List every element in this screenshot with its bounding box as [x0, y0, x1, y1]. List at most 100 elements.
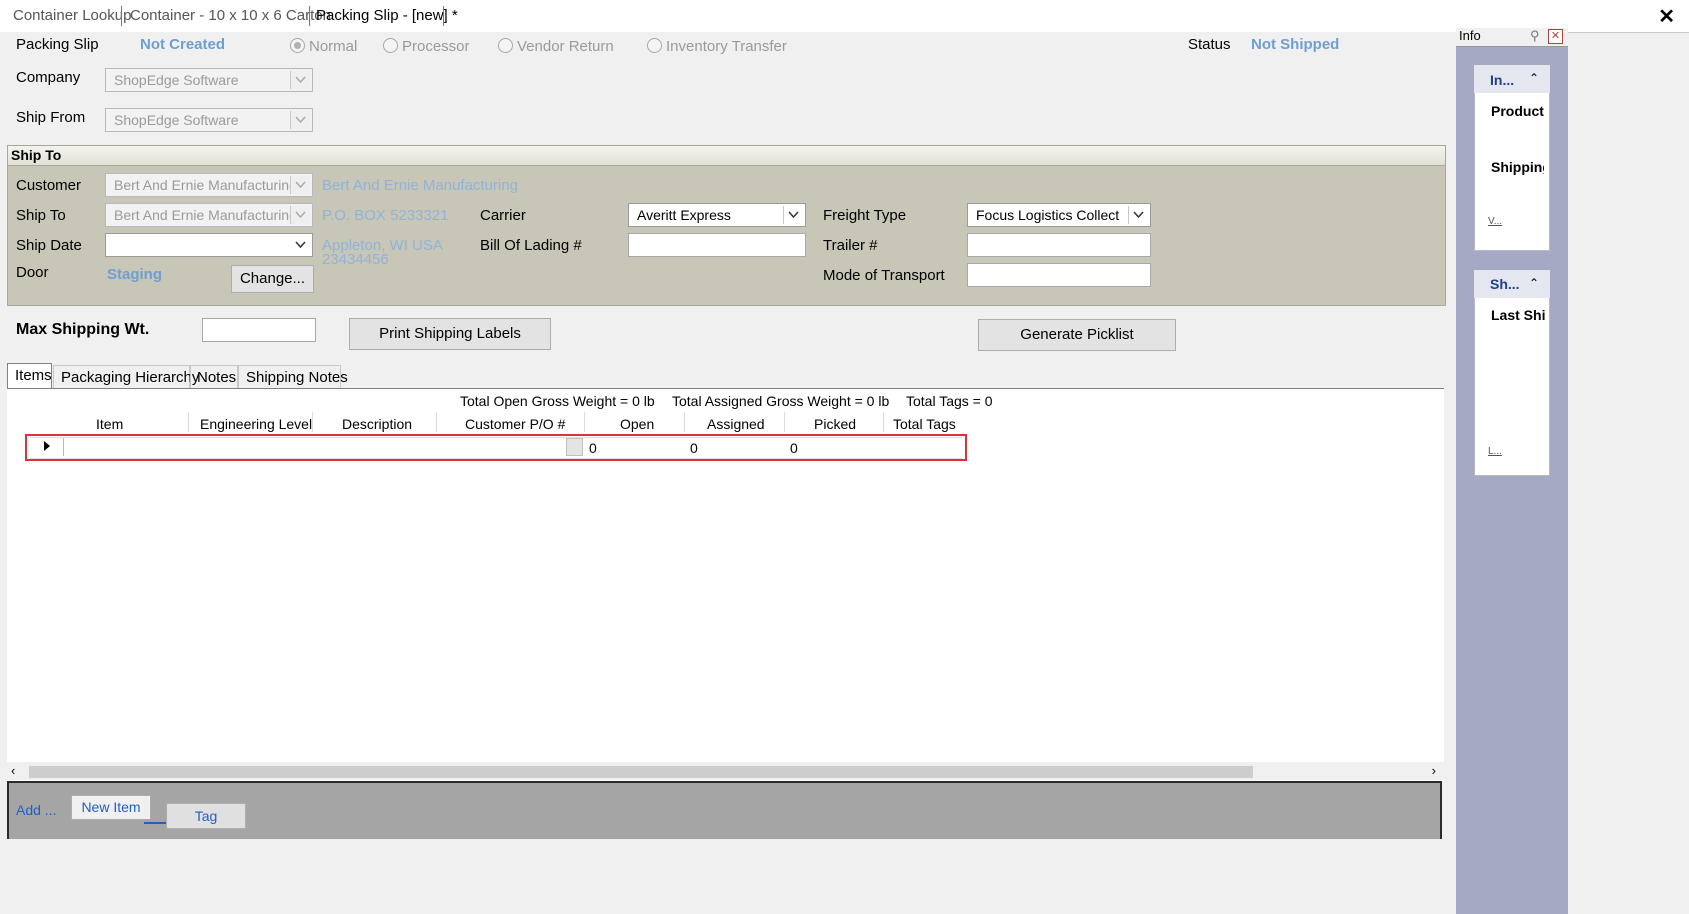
info-section-more-link[interactable]: V...	[1488, 216, 1502, 227]
horizontal-scrollbar[interactable]: ‹ ›	[7, 762, 1444, 780]
change-door-button[interactable]: Change...	[231, 265, 314, 293]
add-link[interactable]: Add ...	[16, 802, 56, 818]
print-shipping-labels-button[interactable]: Print Shipping Labels	[349, 318, 551, 350]
customer-name-display: Bert And Ernie Manufacturing	[322, 177, 518, 194]
column-header-assigned[interactable]: Assigned	[707, 416, 765, 432]
radio-processor[interactable]: Processor	[383, 38, 470, 55]
company-label: Company	[16, 69, 81, 86]
info-section-title: In...	[1490, 72, 1515, 88]
ship-from-dropdown[interactable]: ShopEdge Software	[105, 108, 313, 132]
ship-to-dropdown[interactable]: Bert And Ernie Manufacturing	[105, 203, 313, 227]
ship-date-picker[interactable]	[105, 233, 313, 257]
max-shipping-weight-input[interactable]	[202, 318, 316, 342]
column-separator	[188, 412, 189, 432]
packing-slip-number: Not Created	[140, 36, 226, 53]
new-item-button[interactable]: New Item	[71, 795, 151, 820]
generate-picklist-button[interactable]: Generate Picklist	[978, 319, 1176, 351]
info-panel-header: Info ⚲ ✕	[1456, 28, 1568, 47]
ship-to-title: Ship To	[8, 146, 1445, 166]
chevron-down-icon	[290, 111, 310, 129]
company-value: ShopEdge Software	[114, 72, 239, 88]
customer-value: Bert And Ernie Manufacturing	[114, 177, 297, 193]
chevron-down-icon	[1128, 206, 1148, 224]
column-header-picked[interactable]: Picked	[814, 416, 856, 432]
link-underline	[144, 822, 166, 824]
scrollbar-thumb[interactable]	[29, 766, 1253, 778]
document-tab-strip: Container Lookup Container - 10 x 10 x 6…	[0, 0, 1689, 33]
mode-of-transport-input[interactable]	[967, 263, 1151, 287]
radio-normal[interactable]: Normal	[290, 38, 357, 55]
radio-vendor-return[interactable]: Vendor Return	[498, 38, 614, 55]
chevron-down-icon	[291, 236, 310, 254]
scroll-left-icon[interactable]: ‹	[11, 763, 15, 778]
bill-of-lading-input[interactable]	[628, 233, 806, 257]
chevron-down-icon	[290, 176, 310, 194]
total-open-gross-weight: Total Open Gross Weight = 0 lb	[460, 393, 655, 409]
chevron-down-icon	[783, 206, 803, 224]
collapse-icon[interactable]: ⌃	[1529, 71, 1539, 85]
door-value[interactable]: Staging	[107, 266, 162, 283]
column-header-customer-po[interactable]: Customer P/O #	[465, 416, 565, 432]
total-tags: Total Tags = 0	[906, 393, 993, 409]
radio-circle	[290, 38, 305, 53]
radio-circle	[498, 38, 513, 53]
address-line3: 23434456	[322, 251, 389, 268]
carrier-dropdown[interactable]: Averitt Express	[628, 203, 806, 227]
radio-processor-label: Processor	[402, 38, 470, 55]
column-header-item[interactable]: Item	[96, 416, 123, 432]
carrier-label: Carrier	[480, 207, 526, 224]
radio-inventory-transfer[interactable]: Inventory Transfer	[647, 38, 787, 55]
door-label: Door	[16, 264, 49, 281]
total-assigned-gross-weight: Total Assigned Gross Weight = 0 lb	[672, 393, 890, 409]
column-separator	[684, 412, 685, 432]
tab-packaging-hierarchy[interactable]: Packaging Hierarchy	[61, 369, 199, 386]
ship-from-label: Ship From	[16, 109, 86, 126]
bill-of-lading-label: Bill Of Lading #	[480, 237, 582, 254]
radio-vendor-return-label: Vendor Return	[517, 38, 614, 55]
freight-type-dropdown[interactable]: Focus Logistics Collect	[967, 203, 1151, 227]
collapse-icon[interactable]: ⌃	[1529, 276, 1539, 290]
info-section2-more-link[interactable]: L...	[1488, 446, 1502, 457]
radio-normal-label: Normal	[309, 38, 358, 55]
column-separator	[436, 412, 437, 432]
column-header-open[interactable]: Open	[620, 416, 654, 432]
column-header-total-tags[interactable]: Total Tags	[893, 416, 956, 432]
info-shipping-label: Shipping	[1491, 159, 1544, 175]
column-separator	[312, 412, 313, 432]
tab-shipping-notes[interactable]: Shipping Notes	[246, 369, 348, 386]
tab-notes[interactable]: Notes	[197, 369, 236, 386]
info-section-box	[1474, 270, 1550, 476]
column-header-engineering-level[interactable]: Engineering Level	[200, 416, 312, 432]
column-header-description[interactable]: Description	[342, 416, 412, 432]
radio-inventory-transfer-label: Inventory Transfer	[666, 38, 787, 55]
address-line1: P.O. BOX 5233321	[322, 207, 449, 224]
status-label: Status	[1188, 36, 1231, 53]
tag-button[interactable]: Tag	[166, 803, 246, 829]
tab-packing-slip-new[interactable]: Packing Slip - [new] *	[316, 7, 458, 24]
packing-slip-label: Packing Slip	[16, 36, 99, 53]
tab-separator	[309, 6, 310, 26]
pin-icon[interactable]: ⚲	[1530, 28, 1540, 44]
info-section2-title: Sh...	[1490, 276, 1520, 292]
status-value: Not Shipped	[1251, 36, 1340, 53]
company-dropdown[interactable]: ShopEdge Software	[105, 68, 313, 92]
column-separator	[883, 412, 884, 432]
customer-dropdown[interactable]: Bert And Ernie Manufacturing	[105, 173, 313, 197]
chevron-down-icon	[290, 71, 310, 89]
tab-container-lookup[interactable]: Container Lookup	[13, 7, 131, 24]
tab-container-carton[interactable]: Container - 10 x 10 x 6 Carton	[130, 7, 331, 24]
scroll-right-icon[interactable]: ›	[1432, 763, 1436, 778]
trailer-label: Trailer #	[823, 237, 878, 254]
freight-type-value: Focus Logistics Collect	[976, 207, 1120, 223]
close-icon[interactable]: ✕	[1658, 4, 1675, 29]
tab-items[interactable]: Items	[15, 367, 52, 384]
ship-to-label: Ship To	[16, 207, 66, 224]
column-separator	[784, 412, 785, 432]
tab-separator	[443, 6, 444, 26]
mode-of-transport-label: Mode of Transport	[823, 267, 945, 284]
customer-label: Customer	[16, 177, 82, 194]
close-icon[interactable]: ✕	[1548, 29, 1563, 44]
info-last-shipment-label: Last Shi	[1491, 307, 1546, 323]
max-shipping-weight-label: Max Shipping Wt.	[16, 321, 150, 338]
trailer-input[interactable]	[967, 233, 1151, 257]
